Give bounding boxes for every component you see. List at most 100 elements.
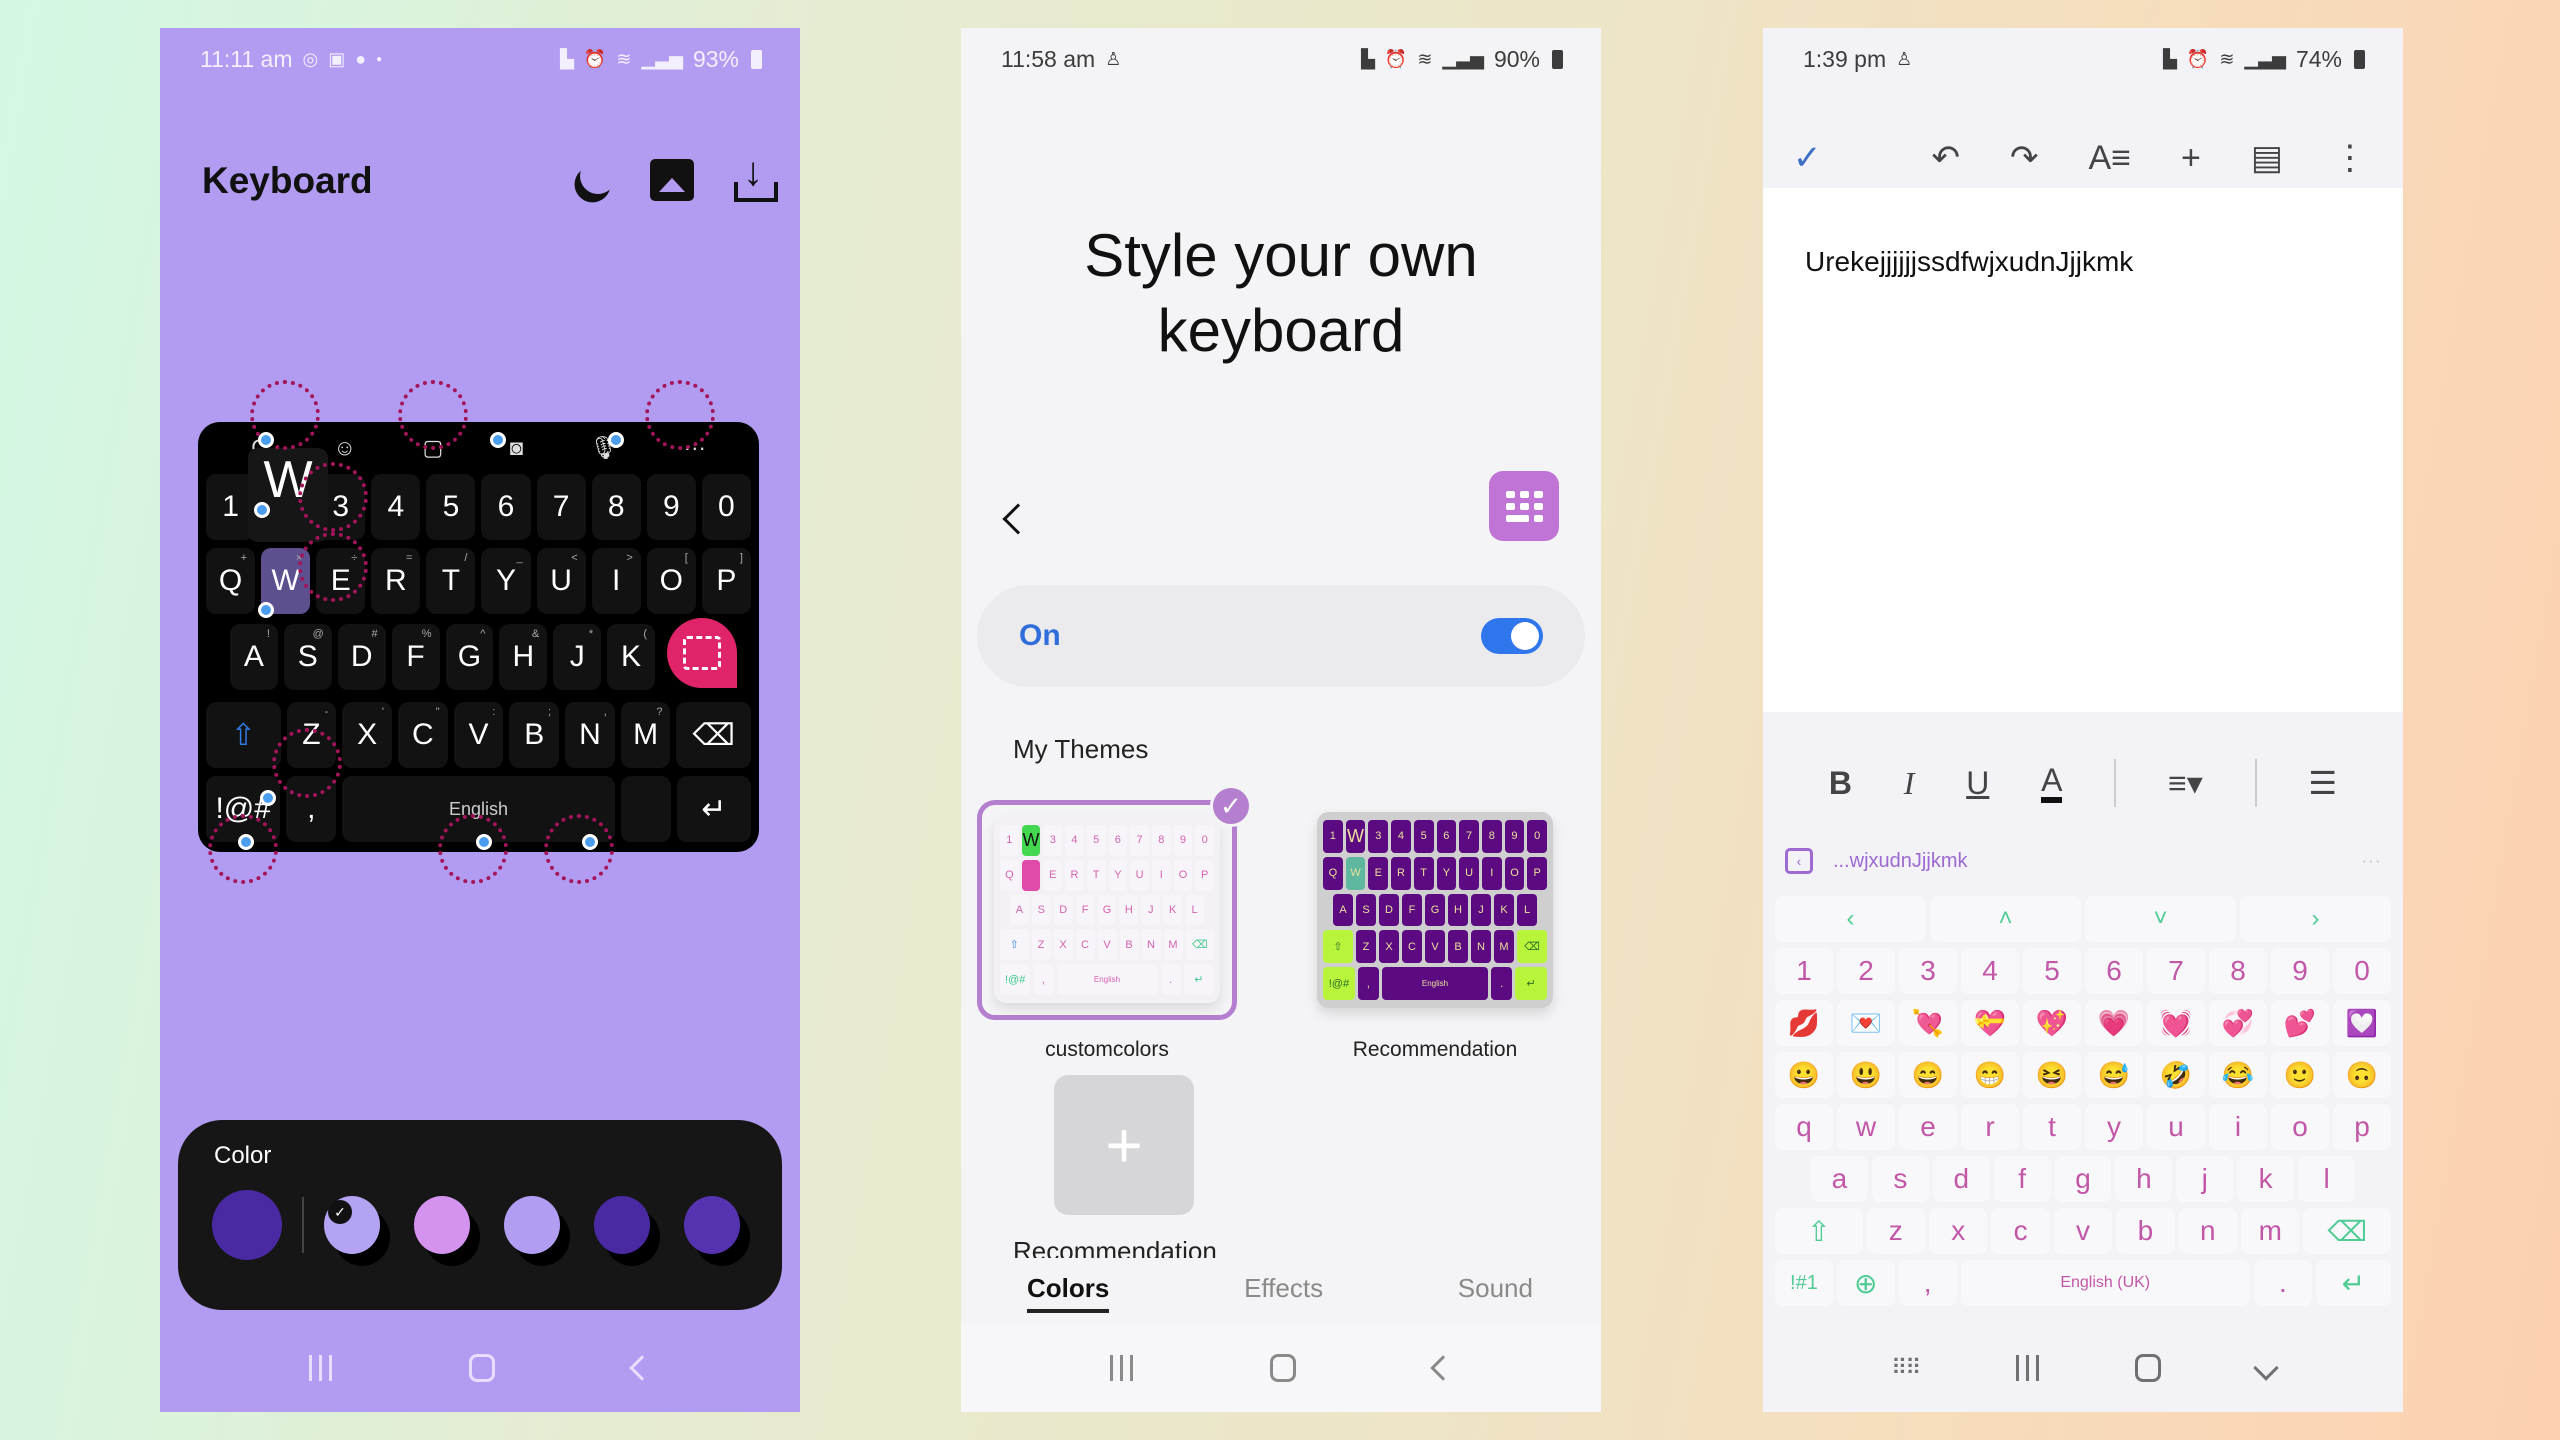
collapse-icon[interactable]: ‹: [1785, 848, 1813, 874]
key[interactable]: 😆: [2023, 1052, 2081, 1098]
key[interactable]: 🤣: [2147, 1052, 2205, 1098]
theme-toggle-switch[interactable]: [1481, 618, 1543, 654]
period-key[interactable]: .: [2253, 1260, 2312, 1306]
key[interactable]: ↵: [676, 776, 751, 842]
moon-icon[interactable]: [575, 153, 621, 199]
key[interactable]: 💟: [2333, 1000, 2391, 1046]
back-button[interactable]: [629, 1355, 655, 1381]
key[interactable]: S @: [283, 624, 332, 690]
key[interactable]: 💕: [2271, 1000, 2329, 1046]
enter-key[interactable]: ↵: [2315, 1260, 2391, 1306]
key[interactable]: s: [1871, 1156, 1929, 1202]
home-button[interactable]: [469, 1354, 496, 1382]
more-icon[interactable]: ···: [2361, 850, 2381, 873]
key[interactable]: 💝: [1961, 1000, 2019, 1046]
back-icon[interactable]: [1002, 503, 1034, 535]
recent-apps-button[interactable]: [1109, 1355, 1133, 1381]
recent-apps-button[interactable]: [2015, 1355, 2039, 1381]
key[interactable]: U <: [536, 548, 586, 614]
key[interactable]: 7: [536, 474, 586, 540]
key[interactable]: O[: [646, 548, 696, 614]
key[interactable]: z: [1866, 1208, 1925, 1254]
italic-button[interactable]: I: [1904, 765, 1915, 802]
key[interactable]: R =: [371, 548, 421, 614]
key[interactable]: 😀: [1775, 1052, 1833, 1098]
key[interactable]: h: [2115, 1156, 2173, 1202]
suggestion-text[interactable]: ...wjxudnJjjkmk: [1833, 850, 1967, 873]
more-vert-icon[interactable]: ⋮: [2333, 138, 2367, 178]
key[interactable]: d: [1932, 1156, 1990, 1202]
key[interactable]: F%: [391, 624, 440, 690]
key[interactable]: 7: [2147, 948, 2205, 994]
key[interactable]: X ': [342, 702, 392, 768]
key[interactable]: ‹: [1775, 896, 1926, 942]
bullet-list-icon[interactable]: ☰: [2308, 764, 2337, 802]
key[interactable]: a: [1811, 1156, 1868, 1202]
theme-toggle-row[interactable]: On: [977, 585, 1585, 687]
key[interactable]: V:: [453, 702, 504, 768]
theme-card-recommendation[interactable]: 1 W 3 4 5 6 7 8 9 0 Q W E R T Y U I O P A S D F G H J K L ⇧ Z X C V B N M ⌫ !@…: [1305, 800, 1565, 1020]
key[interactable]: 💌: [1837, 1000, 1895, 1046]
key[interactable]: 0: [701, 474, 751, 540]
align-dropdown[interactable]: ≡▾: [2168, 764, 2203, 802]
key[interactable]: 😄: [1899, 1052, 1957, 1098]
current-color-swatch[interactable]: [212, 1190, 282, 1260]
resize-handle[interactable]: [260, 790, 276, 806]
key[interactable]: D #: [337, 624, 386, 690]
color-swatch[interactable]: [414, 1196, 470, 1254]
shift-key[interactable]: ⇧: [1775, 1208, 1863, 1254]
key[interactable]: Y _: [481, 548, 531, 614]
key[interactable]: e: [1899, 1104, 1957, 1150]
key[interactable]: 2: [1837, 948, 1895, 994]
key[interactable]: A!: [230, 624, 278, 690]
key[interactable]: b: [2116, 1208, 2175, 1254]
download-icon[interactable]: [734, 150, 778, 202]
key[interactable]: g: [2054, 1156, 2112, 1202]
resize-handle[interactable]: [254, 502, 270, 518]
key[interactable]: P]: [701, 548, 751, 614]
key[interactable]: 💗: [2085, 1000, 2143, 1046]
key[interactable]: 9: [2271, 948, 2329, 994]
key[interactable]: 😃: [1837, 1052, 1895, 1098]
key[interactable]: 4: [371, 474, 421, 540]
key[interactable]: J *: [553, 624, 602, 690]
text-color-button[interactable]: A: [2041, 763, 2063, 803]
key[interactable]: 💓: [2147, 1000, 2205, 1046]
document-text[interactable]: UrekejjjjjjssdfwjxudnJjjkmk: [1805, 246, 2133, 278]
key[interactable]: ˅: [2085, 896, 2236, 942]
screenshot-icon[interactable]: ◙: [510, 435, 523, 461]
space-key[interactable]: English (UK): [1960, 1260, 2250, 1306]
key[interactable]: G ^: [445, 624, 494, 690]
key[interactable]: y: [2085, 1104, 2143, 1150]
key[interactable]: 8: [2209, 948, 2267, 994]
key[interactable]: w: [1837, 1104, 1895, 1150]
resize-handle[interactable]: [238, 834, 254, 850]
key[interactable]: f: [1993, 1156, 2051, 1202]
bold-button[interactable]: B: [1829, 765, 1852, 802]
resize-handle[interactable]: [258, 602, 274, 618]
key[interactable]: 😂: [2209, 1052, 2267, 1098]
key[interactable]: 5: [2023, 948, 2081, 994]
key[interactable]: K(: [607, 624, 655, 690]
key[interactable]: 0: [2333, 948, 2391, 994]
key[interactable]: n: [2178, 1208, 2238, 1254]
text-format-icon[interactable]: A≡: [2088, 139, 2131, 178]
key[interactable]: v: [2053, 1208, 2113, 1254]
key[interactable]: r: [1961, 1104, 2019, 1150]
resize-handle[interactable]: [608, 432, 624, 448]
key[interactable]: 😅: [2085, 1052, 2143, 1098]
key[interactable]: 🙂: [2271, 1052, 2329, 1098]
key[interactable]: 4: [1961, 948, 2019, 994]
key[interactable]: x: [1929, 1208, 1988, 1254]
insert-icon[interactable]: +: [2181, 139, 2201, 178]
globe-icon[interactable]: ⊕: [1836, 1260, 1895, 1306]
key[interactable]: I >: [591, 548, 641, 614]
home-button[interactable]: [2134, 1354, 2161, 1382]
done-icon[interactable]: ✓: [1793, 138, 1822, 178]
hide-keyboard-button[interactable]: [2253, 1355, 2279, 1381]
key[interactable]: 🙃: [2333, 1052, 2391, 1098]
key[interactable]: l: [2298, 1156, 2356, 1202]
key[interactable]: 💘: [1899, 1000, 1957, 1046]
color-swatch[interactable]: [684, 1196, 740, 1254]
key[interactable]: 💞: [2209, 1000, 2267, 1046]
